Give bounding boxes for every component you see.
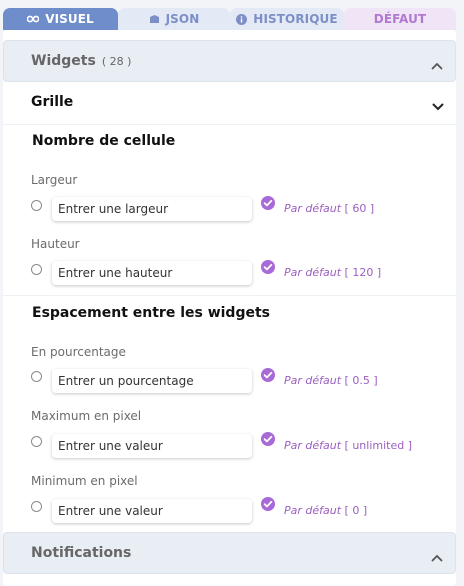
check-circle-icon [261, 368, 275, 382]
max-pixel-label: Maximum en pixel [31, 409, 142, 423]
notifications-title: Notifications [31, 545, 132, 561]
width-label: Largeur [31, 173, 78, 187]
max-pixel-default-value: [ unlimited ] [344, 439, 413, 452]
height-input[interactable] [52, 261, 252, 285]
tab-historique-label: HISTORIQUE [253, 12, 338, 26]
percent-default: Par défaut [ 0.5 ] [284, 374, 378, 387]
tab-json-label: JSON [165, 12, 200, 26]
widgets-title: Widgets [31, 53, 96, 69]
tab-visuel-label: VISUEL [45, 12, 94, 26]
cube-icon [149, 14, 160, 24]
percent-radio[interactable] [31, 371, 42, 382]
max-pixel-radio[interactable] [31, 436, 42, 447]
chevron-up-icon [431, 55, 443, 74]
spacing-group-title: Espacement entre les widgets [32, 305, 270, 321]
tab-visuel[interactable]: VISUEL [3, 8, 118, 30]
min-pixel-default: Par défaut [ 0 ] [284, 504, 367, 517]
height-default: Par défaut [ 120 ] [284, 266, 381, 279]
widgets-count: ( 28 ) [101, 54, 132, 68]
width-default-value: [ 60 ] [344, 202, 375, 215]
min-pixel-input[interactable] [52, 499, 252, 523]
chevron-up-icon [431, 547, 443, 566]
check-circle-icon [261, 260, 275, 274]
divider [3, 295, 456, 296]
cells-group-title: Nombre de cellule [32, 133, 176, 149]
percent-default-label: Par défaut [284, 374, 342, 387]
settings-panel: Widgets ( 28 ) Grille Nombre de cellule … [3, 30, 456, 586]
check-circle-icon [261, 196, 275, 210]
tab-defaut-label: DÉFAUT [373, 12, 427, 26]
percent-default-value: [ 0.5 ] [344, 374, 378, 387]
grille-title: Grille [31, 94, 74, 110]
max-pixel-input[interactable] [52, 434, 252, 458]
percent-input[interactable] [52, 369, 252, 393]
info-icon [236, 13, 248, 25]
grille-toggle[interactable]: Grille [3, 82, 456, 122]
height-label: Hauteur [31, 237, 80, 251]
tab-historique[interactable]: HISTORIQUE [230, 8, 344, 30]
tab-defaut[interactable]: DÉFAUT [344, 8, 456, 30]
tab-json[interactable]: JSON [118, 8, 230, 30]
max-pixel-default-label: Par défaut [284, 439, 342, 452]
min-pixel-radio[interactable] [31, 501, 42, 512]
tab-bar: VISUEL JSON HISTORIQUE DÉFAUT [0, 0, 464, 34]
widgets-section-header[interactable]: Widgets ( 28 ) [3, 40, 456, 82]
eye-glasses-icon [27, 15, 40, 23]
width-default-label: Par défaut [284, 202, 342, 215]
max-pixel-default: Par défaut [ unlimited ] [284, 439, 412, 452]
height-default-label: Par défaut [284, 266, 342, 279]
percent-label: En pourcentage [31, 345, 126, 359]
width-default: Par défaut [ 60 ] [284, 202, 374, 215]
divider [3, 124, 456, 125]
min-pixel-default-value: [ 0 ] [344, 504, 368, 517]
notifications-section-header[interactable]: Notifications [3, 532, 456, 574]
width-radio[interactable] [31, 200, 42, 211]
check-circle-icon [261, 497, 275, 511]
width-input[interactable] [52, 197, 252, 221]
height-radio[interactable] [31, 264, 42, 275]
min-pixel-default-label: Par défaut [284, 504, 342, 517]
min-pixel-label: Minimum en pixel [31, 474, 138, 488]
height-default-value: [ 120 ] [344, 266, 382, 279]
chevron-down-icon [432, 96, 444, 115]
check-circle-icon [261, 432, 275, 446]
